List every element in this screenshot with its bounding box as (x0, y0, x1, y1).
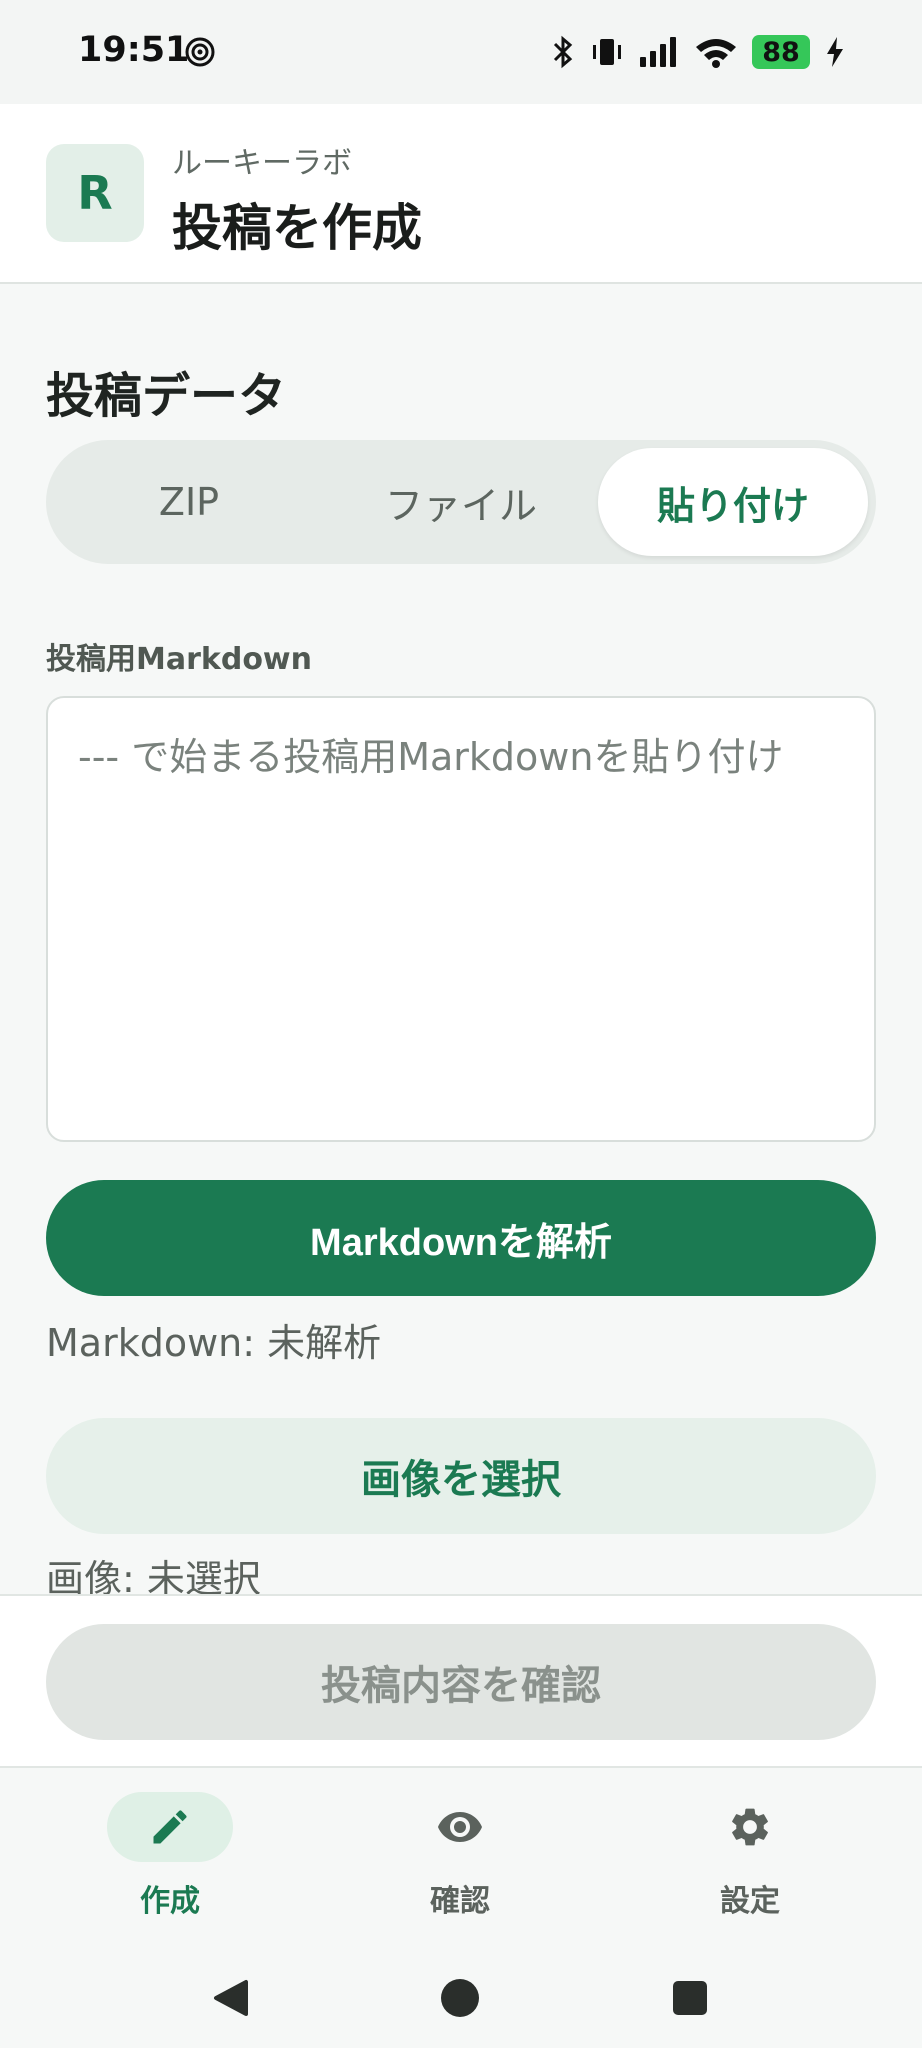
app-subtitle: ルーキーラボ (172, 146, 352, 181)
parse-markdown-button[interactable]: Markdownを解析 (46, 1180, 876, 1296)
bottom-navigation: 作成 確認 設定 (0, 1768, 922, 1948)
target-icon (185, 37, 215, 67)
source-segmented-control: ZIP ファイル 貼り付け (46, 440, 876, 564)
vibrate-icon (593, 39, 621, 65)
status-bar: 19:51 88 (0, 0, 922, 104)
recents-square-icon (673, 1981, 707, 2015)
status-time: 19:51 (78, 30, 190, 70)
segment-zip[interactable]: ZIP (54, 448, 324, 556)
back-button[interactable] (202, 1970, 258, 2026)
app-logo: R (46, 144, 144, 242)
app-bar: R ルーキーラボ 投稿を作成 (0, 104, 922, 284)
nav-label-create: 作成 (140, 1884, 200, 1919)
section-title: 投稿データ (46, 368, 287, 424)
nav-indicator (107, 1792, 233, 1862)
markdown-status: Markdown: 未解析 (46, 1321, 382, 1365)
segment-file[interactable]: ファイル (326, 448, 596, 556)
home-button[interactable] (432, 1970, 488, 2026)
gear-icon (732, 1808, 768, 1846)
recents-button[interactable] (662, 1970, 718, 2026)
nav-item-settings[interactable]: 設定 (650, 1792, 850, 1932)
nav-label-settings: 設定 (720, 1884, 780, 1919)
markdown-input[interactable] (46, 696, 876, 1142)
select-image-button[interactable]: 画像を選択 (46, 1418, 876, 1534)
markdown-field-label: 投稿用Markdown (46, 642, 313, 677)
nav-indicator (687, 1792, 813, 1862)
nav-item-review[interactable]: 確認 (360, 1792, 560, 1932)
segment-paste[interactable]: 貼り付け (598, 448, 868, 556)
nav-label-review: 確認 (430, 1884, 490, 1919)
eye-icon (438, 1812, 482, 1842)
charging-icon (827, 37, 843, 67)
nav-indicator (397, 1792, 523, 1862)
nav-item-create[interactable]: 作成 (70, 1792, 270, 1932)
pencil-icon (153, 1810, 187, 1844)
confirm-post-button[interactable]: 投稿内容を確認 (46, 1624, 876, 1740)
home-circle-icon (441, 1979, 479, 2017)
system-navigation (0, 1948, 922, 2048)
signal-icon (640, 37, 676, 67)
status-icons: 88 (550, 30, 846, 74)
page-title: 投稿を作成 (172, 199, 422, 257)
wifi-icon (696, 39, 736, 68)
bottom-action-bar: 投稿内容を確認 (0, 1594, 922, 1768)
battery-icon: 88 (752, 35, 810, 69)
bluetooth-icon (553, 35, 573, 69)
back-triangle-icon (214, 1980, 248, 2016)
